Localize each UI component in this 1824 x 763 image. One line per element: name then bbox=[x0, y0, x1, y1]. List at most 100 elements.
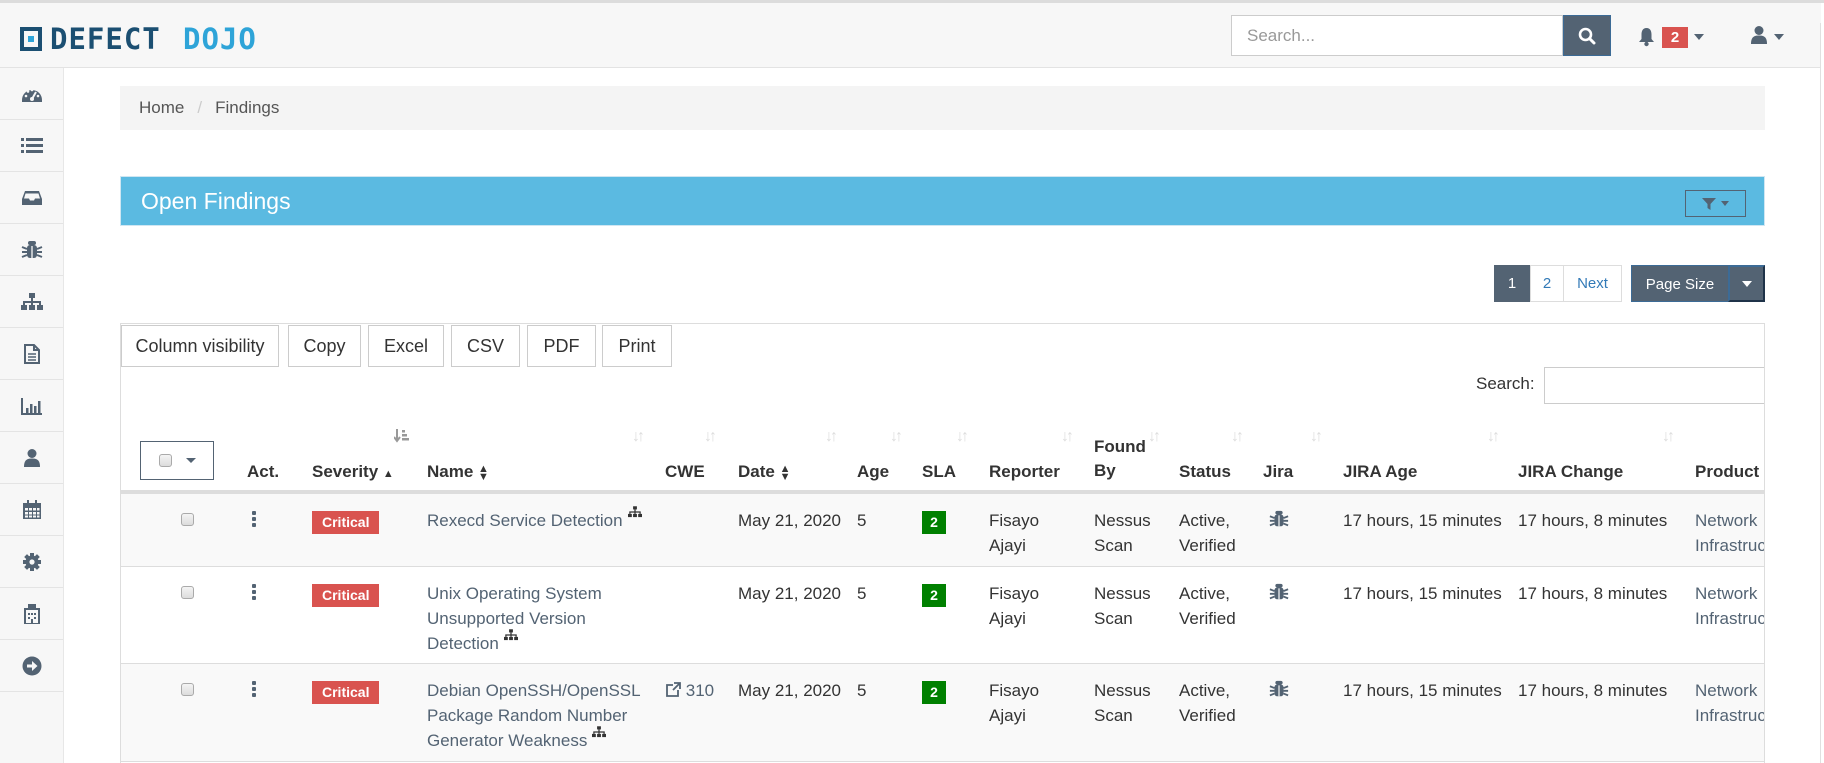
column-header-date[interactable]: Date ▲ ▼ bbox=[738, 460, 790, 484]
excel-button[interactable]: Excel bbox=[368, 325, 444, 367]
user-menu-button[interactable] bbox=[1750, 25, 1768, 50]
row-checkbox[interactable] bbox=[181, 513, 194, 526]
sidebar-item-metrics[interactable] bbox=[0, 380, 63, 432]
row-actions-menu[interactable] bbox=[252, 511, 256, 527]
finding-name-line[interactable]: Rexecd Service Detection bbox=[427, 511, 623, 530]
sidebar-item-products[interactable] bbox=[0, 276, 63, 328]
table-row[interactable]: Critical Rexecd Service Detection May 21… bbox=[121, 494, 1764, 567]
sidebar-item-findings[interactable] bbox=[0, 224, 63, 276]
column-visibility-button[interactable]: Column visibility bbox=[121, 325, 279, 367]
bulk-select-dropdown[interactable] bbox=[140, 441, 214, 480]
table-row[interactable]: Critical Debian OpenSSH/OpenSSL Package R… bbox=[121, 664, 1764, 762]
sort-amount-icon[interactable] bbox=[393, 428, 410, 449]
sort-icon[interactable]: ↓↑ bbox=[1662, 428, 1675, 446]
print-button[interactable]: Print bbox=[602, 325, 672, 367]
column-header-cwe[interactable]: CWE bbox=[665, 460, 705, 484]
column-header-severity[interactable]: Severity ▲ bbox=[312, 460, 394, 486]
sort-icon[interactable]: ↓↑ bbox=[1061, 428, 1074, 446]
pagination-page-1[interactable]: 1 bbox=[1494, 265, 1530, 302]
breadcrumb-home-link[interactable]: Home bbox=[139, 98, 184, 117]
sidebar-item-configuration[interactable] bbox=[0, 536, 63, 588]
csv-button[interactable]: CSV bbox=[451, 325, 520, 367]
sort-icon[interactable]: ↓↑ bbox=[890, 428, 903, 446]
finding-name-line[interactable]: Package Random Number bbox=[427, 706, 627, 725]
table-row[interactable]: Critical Unix Operating System Unsupporte… bbox=[121, 567, 1764, 664]
column-header-age[interactable]: Age bbox=[857, 460, 889, 484]
sidebar-item-dashboard[interactable] bbox=[0, 68, 63, 120]
product-line[interactable]: Infrastruc bbox=[1695, 536, 1764, 555]
row-actions-menu[interactable] bbox=[252, 584, 256, 600]
cwe-link[interactable]: 310 bbox=[665, 678, 714, 703]
column-header-status[interactable]: Status bbox=[1179, 460, 1231, 484]
sidebar-item-list[interactable] bbox=[0, 120, 63, 172]
product-line[interactable]: Network bbox=[1695, 584, 1757, 603]
product-line[interactable]: Network bbox=[1695, 511, 1757, 530]
column-header-sla[interactable]: SLA bbox=[922, 460, 956, 484]
table-search-input[interactable] bbox=[1544, 367, 1764, 404]
sidebar-item-logout[interactable] bbox=[0, 640, 63, 692]
copy-button[interactable]: Copy bbox=[288, 325, 361, 367]
page-scrollbar[interactable] bbox=[1820, 23, 1821, 763]
select-all-checkbox[interactable] bbox=[158, 454, 172, 467]
sidebar-item-reports[interactable] bbox=[0, 328, 63, 380]
sidebar-item-inbox[interactable] bbox=[0, 172, 63, 224]
finding-name-link[interactable]: Debian OpenSSH/OpenSSL Package Random Num… bbox=[427, 678, 641, 753]
row-checkbox[interactable] bbox=[181, 683, 194, 696]
column-header-found-by[interactable]: Found By bbox=[1094, 435, 1146, 483]
sidebar-item-calendar[interactable] bbox=[0, 484, 63, 536]
sort-both-icon: ▲ ▼ bbox=[478, 462, 489, 483]
pagination-page-2[interactable]: 2 bbox=[1530, 265, 1564, 302]
cwe-number[interactable]: 310 bbox=[686, 681, 714, 700]
finding-name-link[interactable]: Rexecd Service Detection bbox=[427, 506, 642, 533]
finding-name-line[interactable]: Unix Operating System bbox=[427, 584, 602, 603]
global-search-input[interactable] bbox=[1231, 15, 1563, 56]
finding-name-line[interactable]: Generator Weakness bbox=[427, 731, 587, 750]
sort-icon[interactable]: ↓↑ bbox=[632, 428, 645, 446]
sort-icon[interactable]: ↓↑ bbox=[825, 428, 838, 446]
sort-icon[interactable]: ↓↑ bbox=[1148, 428, 1161, 446]
notifications-button[interactable] bbox=[1638, 27, 1655, 52]
chevron-down-icon[interactable] bbox=[1694, 34, 1704, 40]
page-size-button[interactable]: Page Size bbox=[1631, 265, 1729, 302]
sort-icon[interactable]: ↓↑ bbox=[1231, 428, 1244, 446]
page-size-dropdown-toggle[interactable] bbox=[1728, 265, 1765, 302]
sidebar-item-organization[interactable] bbox=[0, 588, 63, 640]
sitemap-icon[interactable] bbox=[503, 629, 518, 641]
product-line[interactable]: Network bbox=[1695, 681, 1757, 700]
sort-icon[interactable]: ↓↑ bbox=[1487, 428, 1500, 446]
sitemap-icon[interactable] bbox=[627, 506, 642, 518]
sort-icon[interactable]: ↓↑ bbox=[956, 428, 969, 446]
column-header-name[interactable]: Name ▲ ▼ bbox=[427, 460, 489, 484]
finding-name-line[interactable]: Unsupported Version bbox=[427, 609, 586, 628]
finding-name-line[interactable]: Detection bbox=[427, 634, 499, 653]
search-button[interactable] bbox=[1563, 15, 1611, 56]
pdf-button[interactable]: PDF bbox=[527, 325, 596, 367]
sitemap-icon[interactable] bbox=[592, 726, 607, 738]
column-header-reporter[interactable]: Reporter bbox=[989, 460, 1060, 484]
pagination-next[interactable]: Next bbox=[1563, 265, 1622, 302]
sort-icon[interactable]: ↓↑ bbox=[1310, 428, 1323, 446]
jira-link[interactable] bbox=[1269, 679, 1289, 706]
notification-count-badge[interactable]: 2 bbox=[1662, 27, 1688, 48]
defectdojo-logo[interactable]: DEFECT DOJO bbox=[20, 25, 292, 53]
product-link[interactable]: Network Infrastruc bbox=[1695, 508, 1764, 558]
row-actions-menu[interactable] bbox=[252, 681, 256, 697]
sort-icon[interactable]: ↓↑ bbox=[704, 428, 717, 446]
product-link[interactable]: Network Infrastruc bbox=[1695, 678, 1764, 728]
chevron-down-icon[interactable] bbox=[1774, 34, 1784, 40]
jira-link[interactable] bbox=[1269, 582, 1289, 609]
row-checkbox[interactable] bbox=[181, 586, 194, 599]
column-header-jira[interactable]: Jira bbox=[1263, 460, 1293, 484]
jira-link[interactable] bbox=[1269, 509, 1289, 536]
product-line[interactable]: Infrastruc bbox=[1695, 609, 1764, 628]
product-line[interactable]: Infrastruc bbox=[1695, 706, 1764, 725]
column-header-jira-age[interactable]: JIRA Age bbox=[1343, 460, 1417, 484]
product-link[interactable]: Network Infrastruc bbox=[1695, 581, 1764, 631]
column-header-product[interactable]: Product bbox=[1695, 460, 1759, 484]
filter-dropdown-button[interactable] bbox=[1685, 190, 1746, 217]
column-header-jira-change[interactable]: JIRA Change bbox=[1518, 460, 1623, 484]
finding-name-line[interactable]: Debian OpenSSH/OpenSSL bbox=[427, 681, 641, 700]
file-text-icon bbox=[23, 343, 40, 364]
finding-name-link[interactable]: Unix Operating System Unsupported Version… bbox=[427, 581, 602, 656]
sidebar-item-users[interactable] bbox=[0, 432, 63, 484]
